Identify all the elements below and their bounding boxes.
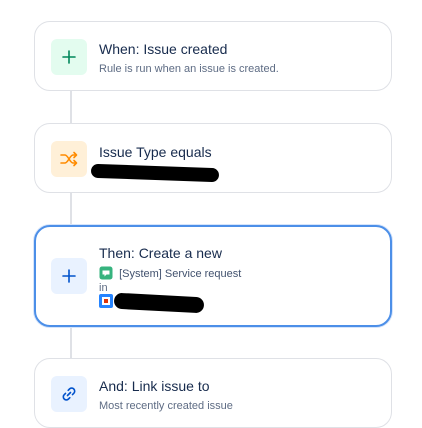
- condition-card[interactable]: Issue Type equals: [34, 123, 392, 193]
- shuffle-icon: [51, 141, 87, 177]
- trigger-title: When: Issue created: [99, 41, 228, 57]
- plus-icon: [51, 258, 87, 294]
- connector-line: [70, 90, 72, 124]
- condition-title: Issue Type equals: [99, 144, 212, 160]
- action-title: Then: Create a new: [99, 245, 222, 261]
- link-icon: [51, 376, 87, 412]
- link-issue-subtitle: Most recently created issue: [99, 400, 233, 412]
- issue-type-line: [System] Service request: [99, 266, 241, 283]
- redaction-mark: [90, 163, 220, 183]
- connector-line: [70, 326, 72, 359]
- in-label: in: [99, 282, 108, 294]
- service-request-icon: [99, 266, 113, 283]
- plus-icon: [51, 39, 87, 75]
- connector-line: [70, 192, 72, 226]
- trigger-card[interactable]: When: Issue created Rule is run when an …: [34, 21, 392, 91]
- project-avatar-icon: [99, 294, 113, 308]
- link-issue-card[interactable]: And: Link issue to Most recently created…: [34, 358, 392, 428]
- trigger-subtitle: Rule is run when an issue is created.: [99, 63, 279, 75]
- redaction-mark: [113, 292, 205, 314]
- link-issue-title: And: Link issue to: [99, 378, 210, 394]
- action-card[interactable]: Then: Create a new [System] Service requ…: [34, 225, 392, 327]
- issue-type-label: [System] Service request: [119, 268, 242, 281]
